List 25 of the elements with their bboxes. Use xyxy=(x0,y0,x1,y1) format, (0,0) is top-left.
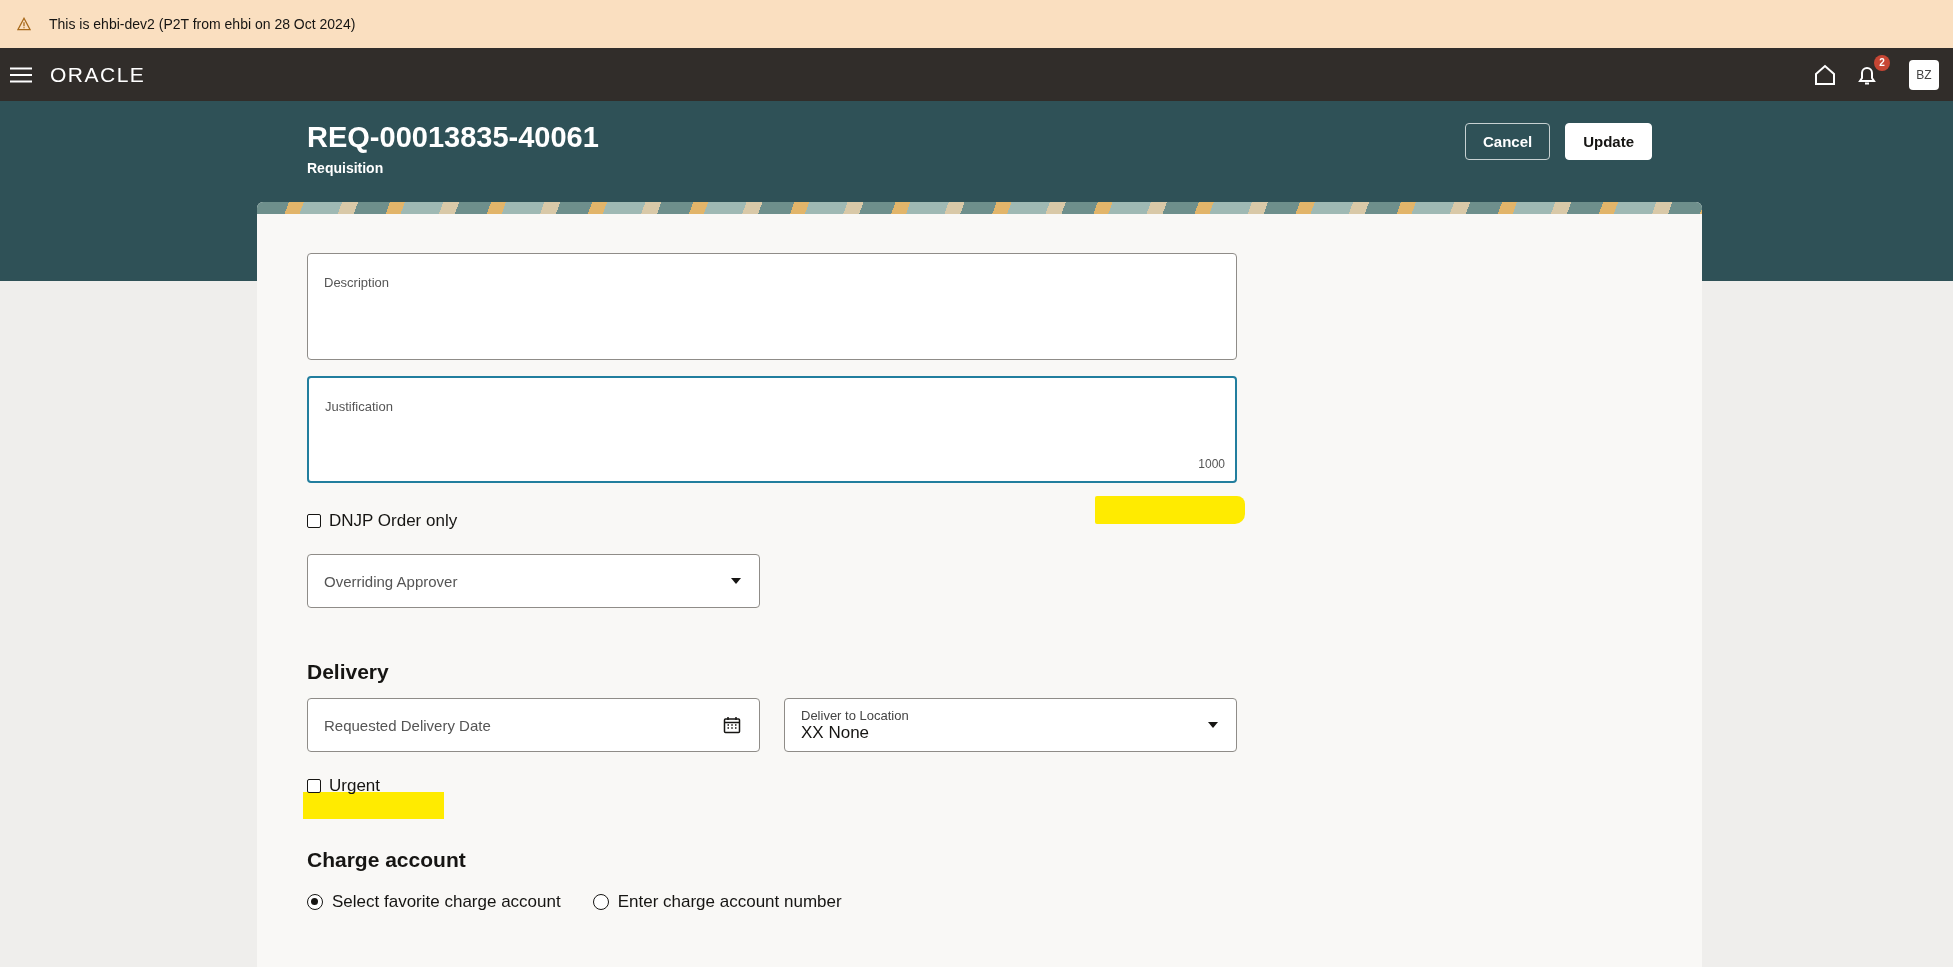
cancel-button[interactable]: Cancel xyxy=(1464,123,1551,160)
page-subtitle: Requisition xyxy=(307,160,385,176)
date-field[interactable]: Requested Delivery Date xyxy=(307,698,760,752)
dropdown-field[interactable]: Deliver to Location XX None xyxy=(784,698,1237,752)
section-heading: Charge account xyxy=(307,848,467,872)
menu-icon[interactable] xyxy=(10,66,32,83)
caret-icon xyxy=(731,578,741,584)
text-area-field[interactable]: Justification 1000 xyxy=(307,376,1237,483)
radio-option[interactable]: Enter charge account number xyxy=(592,892,842,912)
logo-text[interactable]: ORACLE xyxy=(50,62,146,87)
update-button[interactable]: Update xyxy=(1565,123,1652,160)
radio-option[interactable]: Select favorite charge account xyxy=(307,892,561,912)
banner-text: This is ehbi-dev2 (P2T from ehbi on 28 Oct 2024) xyxy=(49,16,356,32)
notification-badge: 2 xyxy=(1874,54,1890,71)
checkbox[interactable]: DNJP Order only xyxy=(307,511,458,531)
page-title: REQ-00013835-40061 xyxy=(307,121,599,154)
user-avatar[interactable]: BZ xyxy=(1909,59,1939,90)
warning-icon xyxy=(17,17,31,31)
home-icon[interactable] xyxy=(1813,62,1837,87)
dropdown-field[interactable]: Overriding Approver xyxy=(307,554,760,608)
section-heading: Delivery xyxy=(307,660,390,684)
calendar-icon[interactable] xyxy=(723,716,741,734)
checkbox[interactable]: Urgent xyxy=(307,776,381,796)
caret-icon xyxy=(1208,722,1218,728)
text-area-field[interactable]: Description xyxy=(307,253,1237,360)
